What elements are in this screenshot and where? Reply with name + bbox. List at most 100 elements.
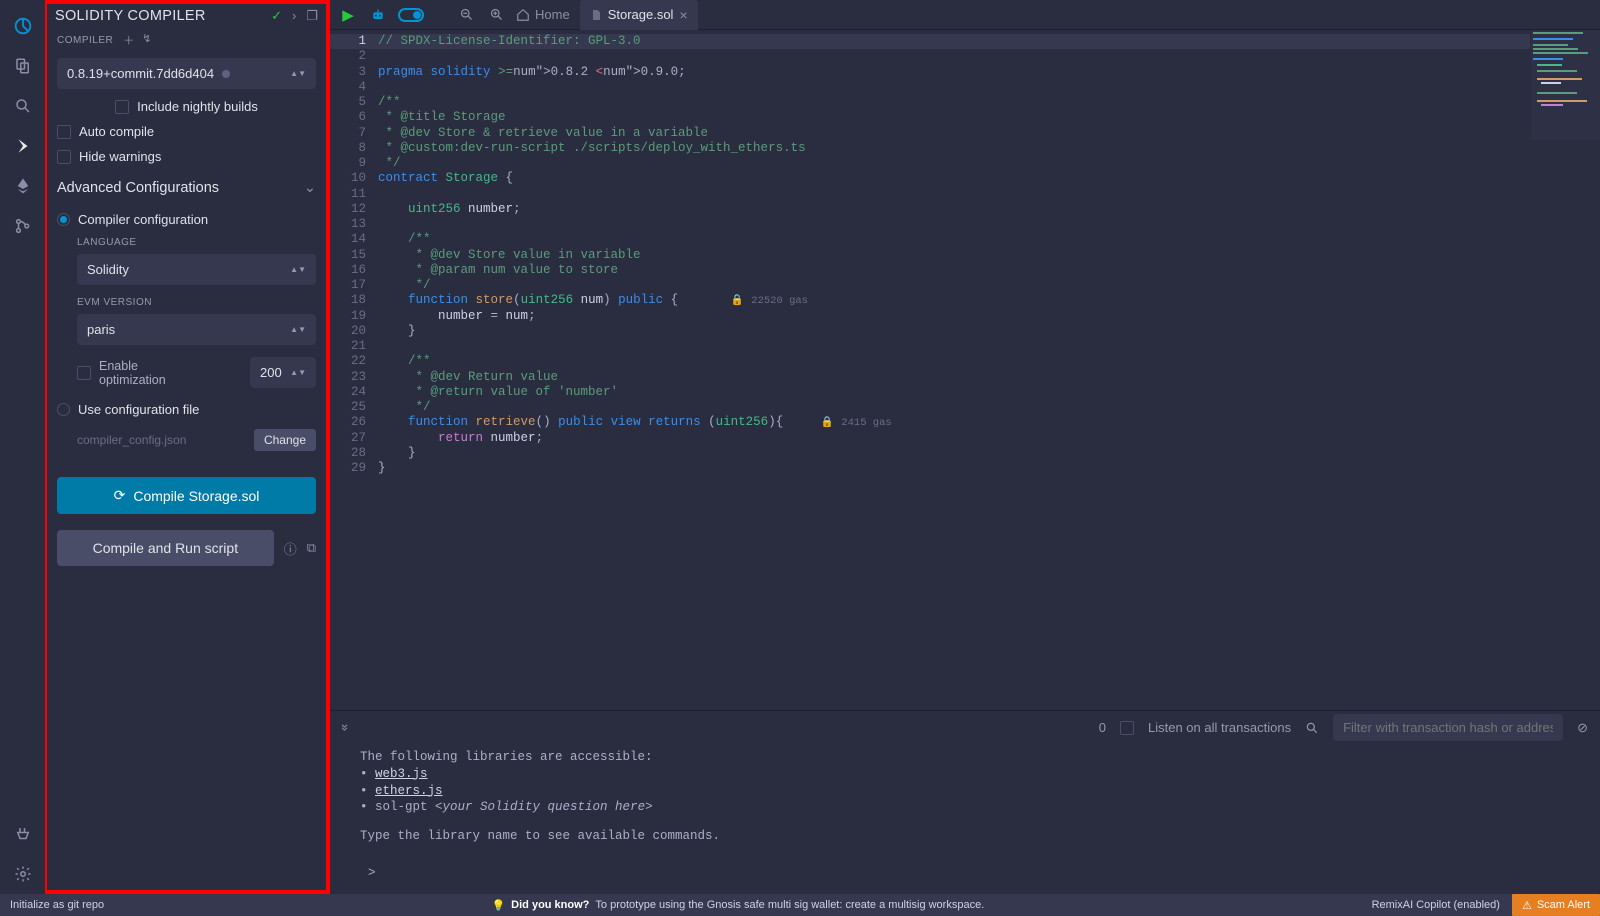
chevron-right-icon[interactable]: › <box>292 8 296 24</box>
compiler-config-label: Compiler configuration <box>78 212 208 227</box>
terminal-line: • web3.js <box>360 766 1570 783</box>
robot-icon[interactable] <box>368 5 388 25</box>
code-line[interactable]: /** <box>378 354 1592 369</box>
runs-input[interactable]: 200 ▲▼ <box>250 357 316 388</box>
code-line[interactable] <box>378 49 1592 64</box>
line-number: 1 <box>330 34 378 49</box>
code-line[interactable]: * @return value of 'number' <box>378 385 1592 400</box>
line-number: 13 <box>330 217 378 232</box>
line-number: 24 <box>330 385 378 400</box>
terminal-line: • ethers.js <box>360 783 1570 800</box>
language-select[interactable]: Solidity ▲▼ <box>77 254 316 285</box>
filter-input[interactable] <box>1333 714 1563 741</box>
terminal-line: • sol-gpt <your Solidity question here> <box>360 799 1570 816</box>
search-icon[interactable] <box>1305 721 1319 735</box>
plugin-icon[interactable] <box>3 814 43 854</box>
evm-select[interactable]: paris ▲▼ <box>77 314 316 345</box>
popout-icon[interactable]: ❐ <box>306 8 318 24</box>
close-icon[interactable]: × <box>679 7 687 23</box>
runs-value: 200 <box>260 365 282 380</box>
info-icon[interactable]: ⓘ <box>284 539 297 558</box>
scam-alert[interactable]: ⚠ Scam Alert <box>1512 894 1600 916</box>
nightly-checkbox[interactable] <box>115 100 129 114</box>
line-number: 21 <box>330 339 378 354</box>
advanced-toggle[interactable]: Advanced Configurations ⌄ <box>57 174 316 202</box>
file-tab[interactable]: Storage.sol × <box>580 0 698 30</box>
code-line[interactable]: pragma solidity >=num">0.8.2 <num">0.9.0… <box>378 65 1592 80</box>
code-line[interactable]: * @title Storage <box>378 110 1592 125</box>
code-line[interactable]: } <box>378 461 1592 476</box>
code-line[interactable]: * @dev Return value <box>378 370 1592 385</box>
code-line[interactable]: * @param num value to store <box>378 263 1592 278</box>
remix-logo-icon[interactable] <box>3 6 43 46</box>
zoom-in-icon[interactable] <box>486 5 506 25</box>
chevron-updown-icon: ▲▼ <box>290 69 306 78</box>
bulb-icon: 💡 <box>491 899 505 912</box>
code-line[interactable]: uint256 number; <box>378 202 1592 217</box>
status-bar: Initialize as git repo 💡 Did you know? T… <box>0 894 1600 916</box>
line-number: 25 <box>330 400 378 415</box>
code-line[interactable] <box>378 217 1592 232</box>
git-init[interactable]: Initialize as git repo <box>10 899 104 911</box>
code-line[interactable]: * @custom:dev-run-script ./scripts/deplo… <box>378 141 1592 156</box>
code-line[interactable]: contract Storage { <box>378 171 1592 186</box>
code-line[interactable]: // SPDX-License-Identifier: GPL-3.0 <box>378 34 1592 49</box>
listen-label: Listen on all transactions <box>1148 720 1291 735</box>
code-line[interactable]: * @dev Store & retrieve value in a varia… <box>378 126 1592 141</box>
change-button[interactable]: Change <box>254 429 316 451</box>
code-line[interactable]: /** <box>378 232 1592 247</box>
toggle-switch[interactable] <box>398 8 424 22</box>
solidity-compiler-icon[interactable] <box>3 126 43 166</box>
code-line[interactable] <box>378 80 1592 95</box>
code-line[interactable]: return number; <box>378 431 1592 446</box>
git-icon[interactable] <box>3 206 43 246</box>
autocompile-checkbox[interactable] <box>57 125 71 139</box>
use-config-radio[interactable] <box>57 403 70 416</box>
hidewarnings-checkbox[interactable] <box>57 150 71 164</box>
language-selected: Solidity <box>87 262 129 277</box>
code-line[interactable]: */ <box>378 156 1592 171</box>
code-line[interactable]: */ <box>378 278 1592 293</box>
code-line[interactable] <box>378 187 1592 202</box>
compile-button[interactable]: ⟳ Compile Storage.sol <box>57 477 316 514</box>
plus-icon[interactable]: ＋ <box>123 32 134 48</box>
search-icon[interactable] <box>3 86 43 126</box>
chevron-updown-icon: ▲▼ <box>290 265 306 274</box>
copilot-status[interactable]: RemixAI Copilot (enabled) <box>1372 899 1500 911</box>
terminal-collapse-icon[interactable]: » <box>338 724 353 731</box>
minimap[interactable] <box>1530 30 1600 140</box>
home-tab[interactable]: Home <box>516 7 570 22</box>
optimization-checkbox[interactable] <box>77 366 91 380</box>
optimization-label: Enable optimization <box>99 359 189 387</box>
settings-icon[interactable] <box>3 854 43 894</box>
listen-checkbox[interactable] <box>1120 721 1134 735</box>
ban-icon[interactable]: ⊘ <box>1577 720 1588 736</box>
code-editor[interactable]: 1234567891011121314151617181920212223242… <box>330 30 1600 710</box>
line-number: 29 <box>330 461 378 476</box>
link-icon[interactable]: ↯ <box>142 32 151 48</box>
code-line[interactable]: /** <box>378 95 1592 110</box>
warning-icon: ⚠ <box>1522 899 1532 912</box>
code-line[interactable]: } <box>378 446 1592 461</box>
file-explorer-icon[interactable] <box>3 46 43 86</box>
check-icon[interactable]: ✓ <box>271 8 282 24</box>
compiler-config-radio[interactable] <box>57 213 70 226</box>
code-line[interactable]: number = num; <box>378 309 1592 324</box>
play-icon[interactable]: ▶ <box>338 5 358 25</box>
compile-run-button[interactable]: Compile and Run script <box>57 530 274 566</box>
compiler-selected: 0.8.19+commit.7dd6d404 <box>67 66 214 81</box>
code-line[interactable]: } <box>378 324 1592 339</box>
code-line[interactable]: */ <box>378 400 1592 415</box>
zoom-out-icon[interactable] <box>456 5 476 25</box>
code-line[interactable] <box>378 339 1592 354</box>
chevron-updown-icon: ▲▼ <box>290 325 306 334</box>
deploy-icon[interactable] <box>3 166 43 206</box>
copy-icon[interactable]: ⧉ <box>307 540 316 556</box>
compiler-select[interactable]: 0.8.19+commit.7dd6d404 ▲▼ <box>57 58 316 89</box>
code-line[interactable]: function retrieve() public view returns … <box>378 415 1592 430</box>
line-number: 26 <box>330 415 378 430</box>
code-line[interactable]: function store(uint256 num) public { 🔒 2… <box>378 293 1592 308</box>
terminal-prompt[interactable]: > <box>360 865 1570 882</box>
line-number: 16 <box>330 263 378 278</box>
code-line[interactable]: * @dev Store value in variable <box>378 248 1592 263</box>
